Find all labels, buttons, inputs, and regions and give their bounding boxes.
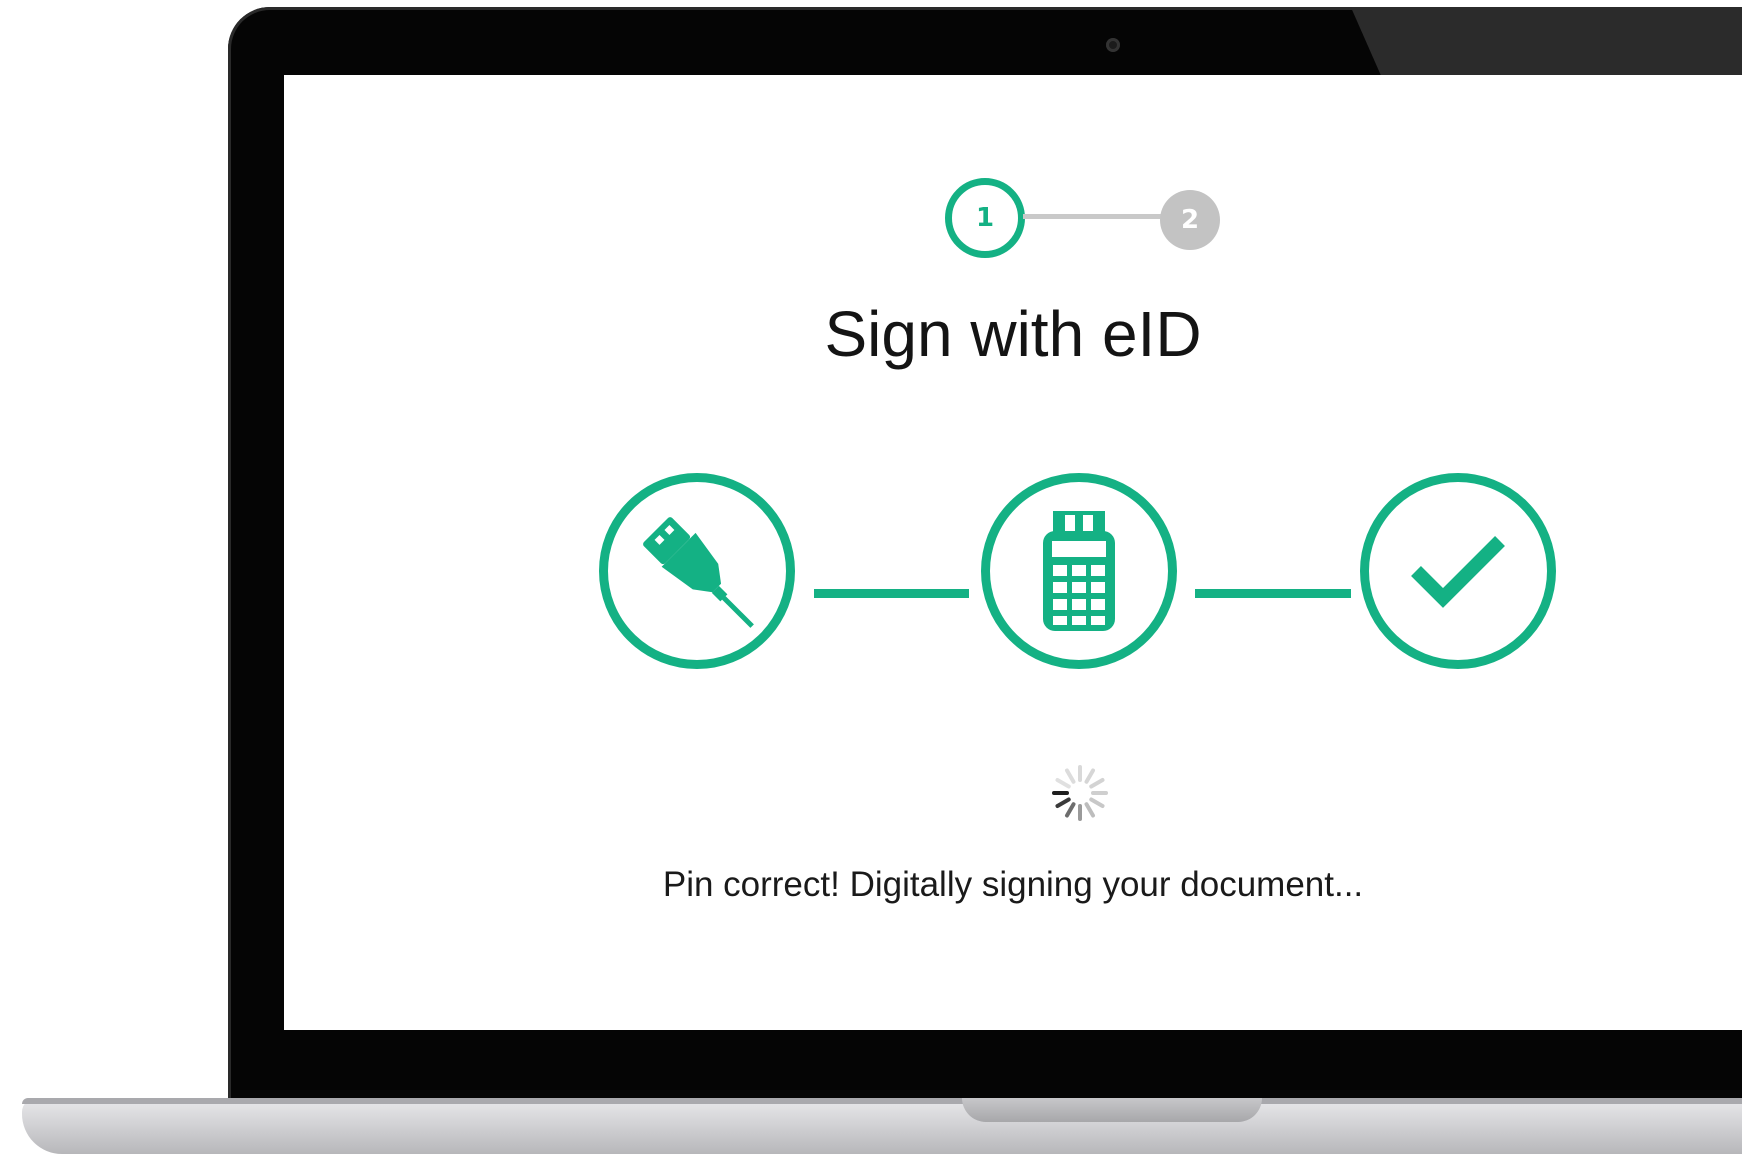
card-reader-step-circle	[981, 473, 1177, 669]
step-connector	[1023, 214, 1163, 219]
laptop-notch	[962, 1098, 1262, 1122]
process-connector-2	[1195, 589, 1351, 598]
usb-step-circle	[599, 473, 795, 669]
step-2-label: 2	[1180, 205, 1200, 235]
process-connector-1	[814, 589, 969, 598]
card-reader-icon	[1043, 511, 1115, 631]
laptop-base-edge	[22, 1098, 1742, 1104]
step-1-indicator: 1	[945, 178, 1025, 258]
step-1-label: 1	[975, 203, 995, 233]
laptop-screen: 1 2 Sign with eID Pin correct! Digitally…	[284, 75, 1742, 1030]
bezel-reflection	[1350, 7, 1742, 77]
camera-icon	[1106, 38, 1120, 52]
checkmark-icon	[1411, 536, 1505, 608]
laptop-base	[22, 1098, 1742, 1154]
complete-step-circle	[1360, 473, 1556, 669]
page-title: Sign with eID	[824, 298, 1202, 370]
usb-icon	[643, 517, 754, 628]
status-message: Pin correct! Digitally signing your docu…	[662, 865, 1364, 904]
loading-spinner-icon	[1052, 765, 1108, 821]
step-2-indicator: 2	[1160, 190, 1220, 250]
